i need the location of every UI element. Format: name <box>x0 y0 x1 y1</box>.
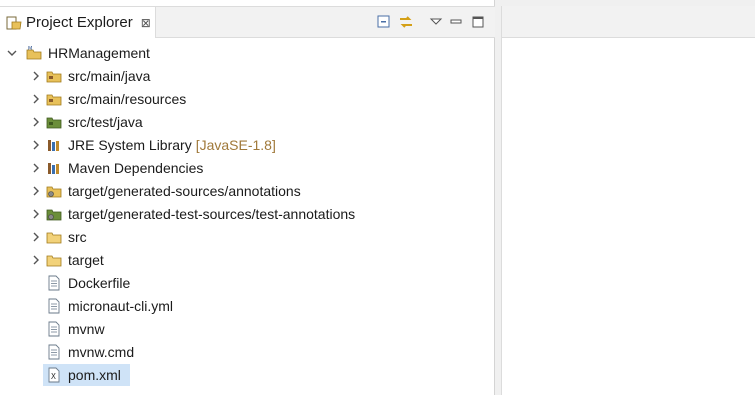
folder-icon <box>46 232 62 244</box>
collapse-all-icon[interactable] <box>376 14 392 30</box>
link-with-editor-icon[interactable] <box>398 14 414 30</box>
file-icon <box>48 275 60 291</box>
tab-title: Project Explorer <box>26 14 133 31</box>
tree-item[interactable]: mvnw.cmd <box>46 341 134 363</box>
item-label: mvnw <box>68 321 105 337</box>
chevron-right-icon[interactable] <box>30 139 42 151</box>
tree-item[interactable]: Dockerfile <box>46 272 130 294</box>
tree-item[interactable]: src/test/java <box>30 111 143 133</box>
item-label: target/generated-test-sources/test-annot… <box>68 206 356 222</box>
file-icon <box>48 298 60 314</box>
item-label: target/generated-sources/annotations <box>68 183 301 199</box>
tree-item-selected[interactable]: X pom.xml <box>43 364 130 386</box>
test-source-folder-icon <box>46 117 62 129</box>
maven-project-icon: M <box>26 46 42 60</box>
source-folder-icon <box>46 94 62 106</box>
editor-area <box>501 6 755 395</box>
tree-item[interactable]: src/main/resources <box>30 88 186 110</box>
tree-item[interactable]: src <box>30 226 87 248</box>
close-icon[interactable]: ⊠ <box>141 16 151 30</box>
project-label: HRManagement <box>48 45 150 61</box>
folder-icon <box>46 255 62 267</box>
item-label: Dockerfile <box>68 275 131 291</box>
project-explorer-icon <box>6 16 22 29</box>
library-icon <box>48 163 59 174</box>
generated-source-folder-icon <box>46 186 62 198</box>
library-icon <box>48 140 59 151</box>
chevron-right-icon[interactable] <box>30 70 42 82</box>
item-label: micronaut-cli.yml <box>68 298 174 314</box>
chevron-right-icon[interactable] <box>30 231 42 243</box>
xml-file-icon: X <box>48 367 60 383</box>
source-folder-icon <box>46 71 62 83</box>
tree-item[interactable]: target/generated-test-sources/test-annot… <box>30 203 355 225</box>
item-label: mvnw.cmd <box>68 344 135 360</box>
svg-text:X: X <box>51 372 56 381</box>
item-label: src/main/java <box>68 68 151 84</box>
tree-row-project[interactable]: M HRManagement <box>6 42 150 64</box>
tree-item[interactable]: JRE System Library [JavaSE-1.8] <box>30 134 276 156</box>
file-icon <box>48 344 60 360</box>
tab-project-explorer[interactable]: Project Explorer ⊠ <box>0 7 156 38</box>
svg-text:M: M <box>28 46 32 52</box>
tree-item[interactable]: mvnw <box>46 318 105 340</box>
item-label: pom.xml <box>68 367 121 383</box>
tree-item[interactable]: target/generated-sources/annotations <box>30 180 301 202</box>
maximize-icon[interactable] <box>470 14 486 30</box>
tree-item[interactable]: Maven Dependencies <box>30 157 203 179</box>
minimize-icon[interactable] <box>448 14 464 30</box>
panel-header: Project Explorer ⊠ <box>0 6 495 38</box>
tree-item[interactable]: src/main/java <box>30 65 150 87</box>
item-label: Maven Dependencies <box>68 160 204 176</box>
tree-item[interactable]: target <box>30 249 104 271</box>
chevron-right-icon[interactable] <box>30 116 42 128</box>
chevron-right-icon[interactable] <box>30 162 42 174</box>
view-menu-icon[interactable] <box>428 14 444 30</box>
item-label: src/test/java <box>68 114 143 130</box>
project-explorer-panel: Project Explorer ⊠ M HRManagement src/ma… <box>0 0 495 395</box>
chevron-right-icon[interactable] <box>30 93 42 105</box>
chevron-right-icon[interactable] <box>30 254 42 266</box>
jre-version-decoration: [JavaSE-1.8] <box>195 137 276 153</box>
item-label: src <box>68 229 87 245</box>
item-label: JRE System Library <box>68 137 192 153</box>
chevron-right-icon[interactable] <box>30 208 42 220</box>
tree-item[interactable]: micronaut-cli.yml <box>46 295 173 317</box>
chevron-right-icon[interactable] <box>30 185 42 197</box>
chevron-down-icon[interactable] <box>6 47 18 59</box>
file-icon <box>48 321 60 337</box>
generated-source-folder-icon <box>46 209 62 221</box>
item-label: target <box>68 252 104 268</box>
item-label: src/main/resources <box>68 91 187 107</box>
editor-header <box>502 6 755 38</box>
